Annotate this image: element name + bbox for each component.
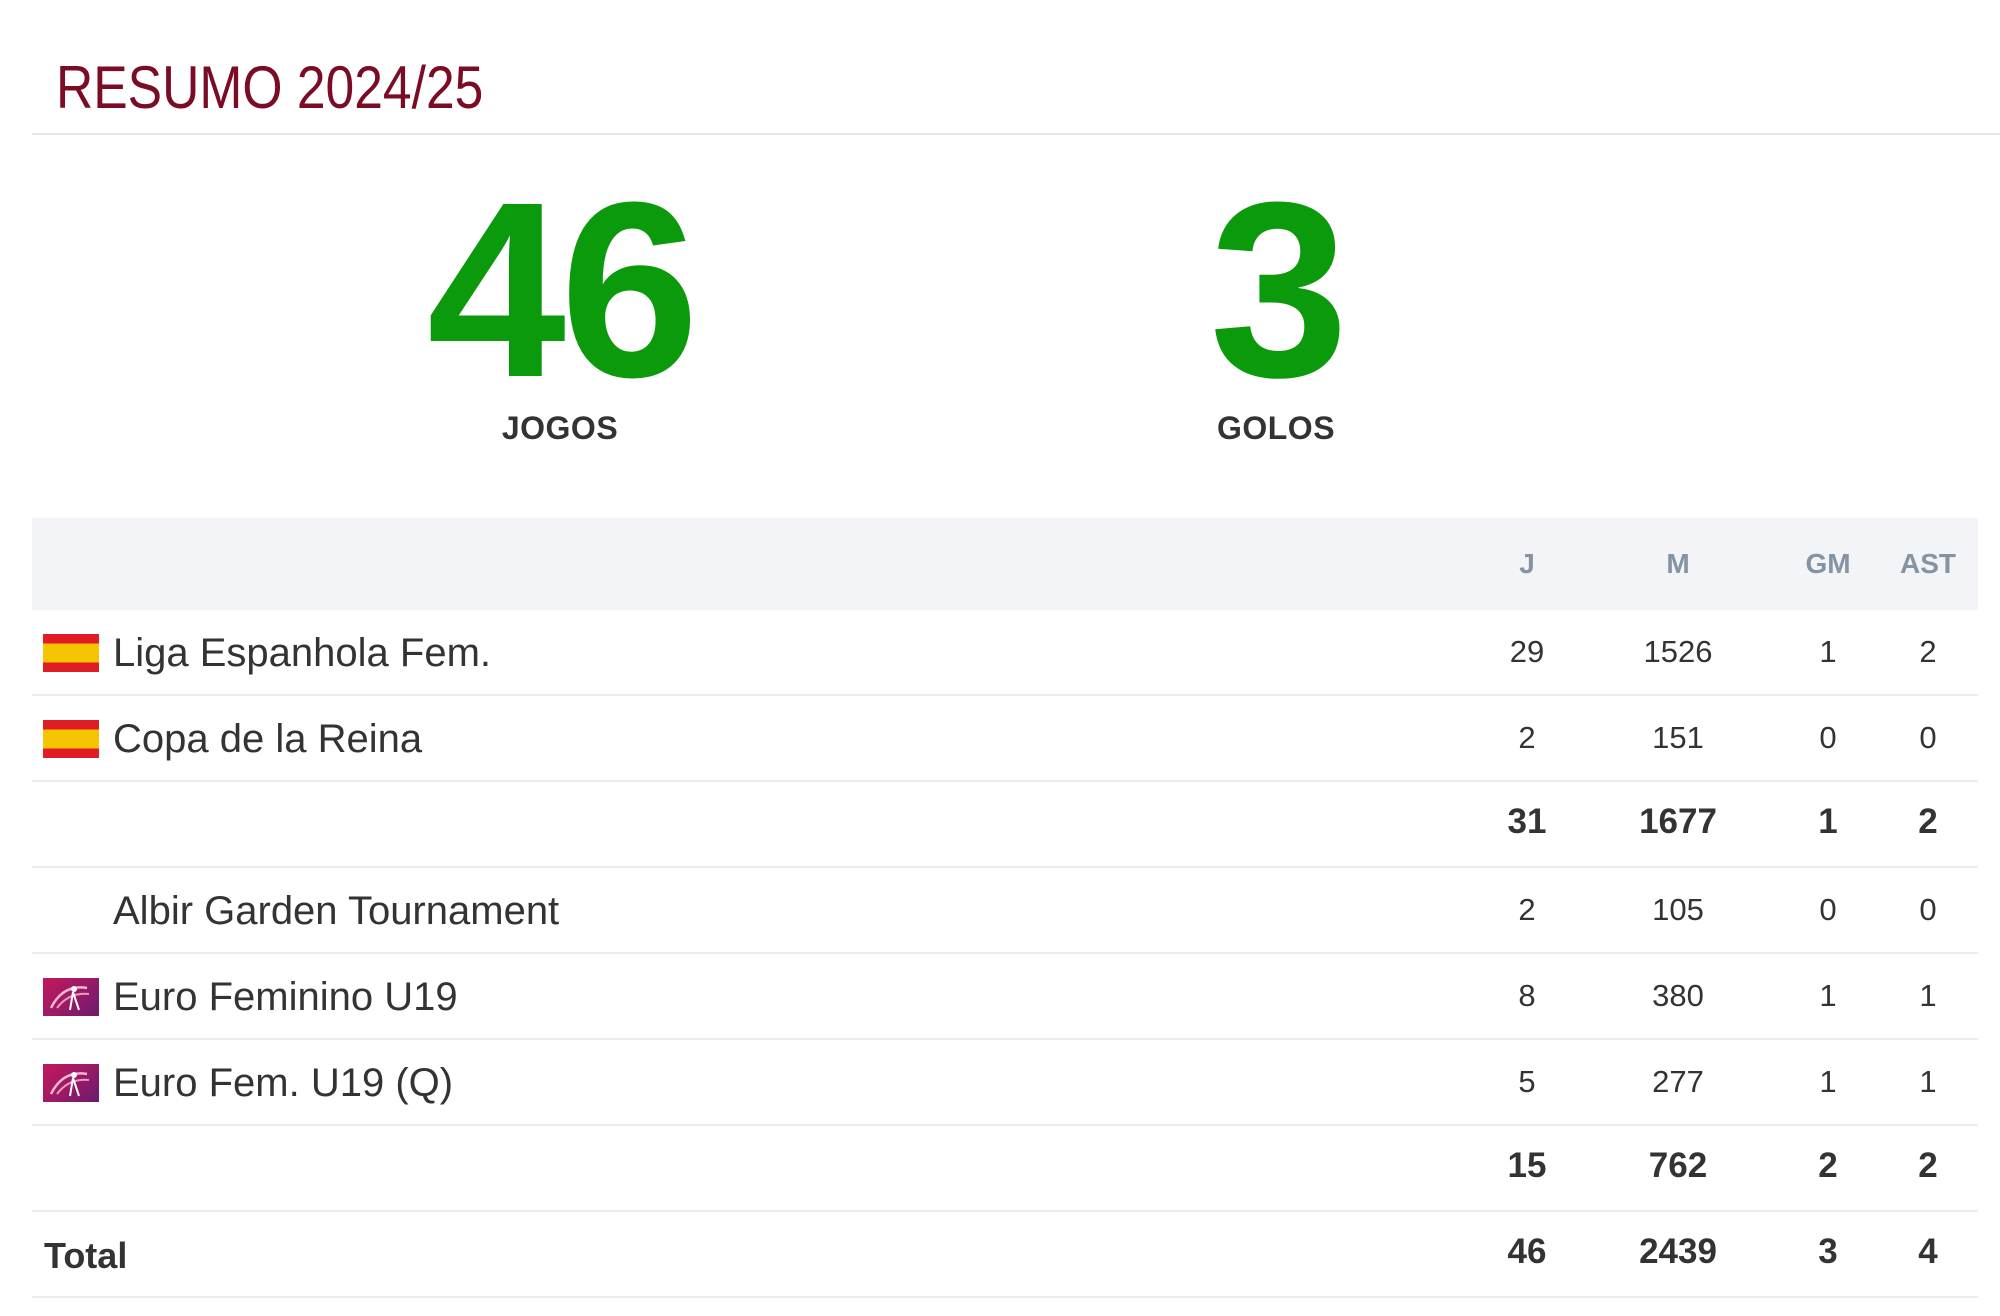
games-cell: 2 [1518,720,1536,755]
uefa-trophy-icon [49,1072,90,1097]
competition-name-link[interactable]: Liga Espanhola Fem. [113,631,491,675]
minutes-total-cell: 2439 [1639,1232,1717,1271]
games-cell: 29 [1509,634,1545,669]
competition-name-link[interactable]: Euro Fem. U19 (Q) [113,1061,453,1105]
section-title: RESUMO 2024/25 [56,54,484,121]
table-row: Euro Fem. U19 (Q) 5 277 1 1 [32,1040,1978,1126]
competition-name-link[interactable]: Copa de la Reina [113,717,422,761]
assists-total-cell: 4 [1918,1232,1938,1271]
table-header: J M GM AST [32,518,1978,610]
games-cell: 2 [1518,892,1536,927]
assists-cell: 2 [1919,634,1937,669]
minutes-cell: 1526 [1643,634,1713,669]
spain-flag-icon [43,720,99,758]
table-row: Liga Espanhola Fem. 29 1526 1 2 [32,610,1978,696]
goals-count: 3 [1209,150,1348,429]
goals-label: GOLOS [1216,410,1336,446]
games-stat: 46 JOGOS [360,150,760,447]
games-label: JOGOS [501,410,619,446]
uefa-trophy-icon [49,986,90,1011]
subtotal-row: 31 1677 1 2 [32,782,1978,868]
minutes-cell: 105 [1652,892,1704,927]
games-cell: 8 [1518,978,1536,1013]
minutes-cell: 380 [1652,978,1704,1013]
column-header-m[interactable]: M [1618,548,1738,580]
player-season-summary: RESUMO 2024/25 46 JOGOS 3 GOLOS J M GM A… [0,0,2000,1316]
minutes-subtotal-cell: 762 [1648,1146,1708,1185]
games-cell: 5 [1518,1064,1536,1099]
section-header: RESUMO 2024/25 [32,40,2000,135]
table-row: Albir Garden Tournament 2 105 0 0 [32,868,1978,954]
games-subtotal-cell: 15 [1507,1146,1547,1185]
assists-cell: 1 [1919,1064,1937,1099]
column-header-j[interactable]: J [1467,548,1587,580]
assists-subtotal-cell: 2 [1918,802,1938,841]
uefa-women-u19-logo-icon [43,978,99,1016]
games-total-cell: 46 [1507,1232,1547,1271]
table-row: Euro Feminino U19 8 380 1 1 [32,954,1978,1040]
column-header-ast[interactable]: AST [1868,548,1988,580]
subtotal-row: 15 762 2 2 [32,1126,1978,1212]
competition-name-link[interactable]: Euro Feminino U19 [113,975,458,1019]
minutes-subtotal-cell: 1677 [1639,802,1717,841]
assists-subtotal-cell: 2 [1918,1146,1938,1185]
assists-cell: 1 [1919,978,1937,1013]
minutes-cell: 151 [1652,720,1704,755]
goals-stat: 3 GOLOS [1076,150,1476,447]
spain-flag-icon [43,634,99,672]
competition-stats-table: J M GM AST Liga Espanhola Fem. 29 1526 1… [32,518,1978,1298]
total-row: Total 46 2439 3 4 [32,1212,1978,1298]
minutes-cell: 277 [1652,1064,1704,1099]
games-count: 46 [426,150,699,429]
competition-name-link[interactable]: Albir Garden Tournament [113,889,559,933]
table-row: Copa de la Reina 2 151 0 0 [32,696,1978,782]
assists-cell: 0 [1919,892,1937,927]
assists-cell: 0 [1919,720,1937,755]
uefa-women-u19-logo-icon [43,1064,99,1102]
games-subtotal-cell: 31 [1507,802,1547,841]
total-label: Total [44,1235,128,1276]
